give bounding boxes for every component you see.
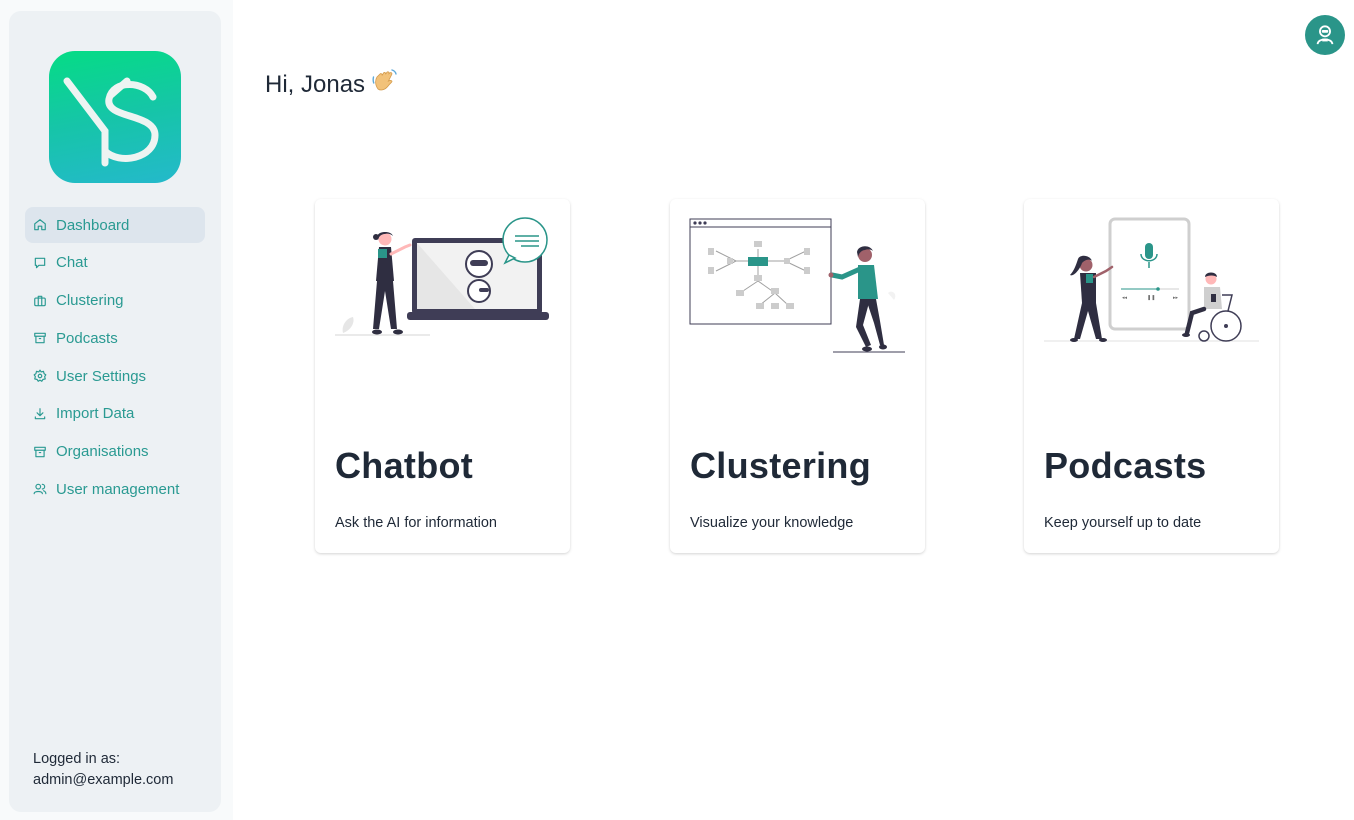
- sidebar-item-label: User Settings: [56, 367, 147, 385]
- sidebar-container: Dashboard Chat Clustering Podcasts User …: [0, 0, 233, 820]
- download-icon: [33, 407, 47, 421]
- page-greeting: Hi, Jonas: [265, 67, 399, 102]
- podcasts-card[interactable]: ◂◂ ❚❚ ▸▸ Podcasts Keep yourself up to da…: [1024, 199, 1279, 553]
- svg-text:▸▸: ▸▸: [1173, 295, 1179, 301]
- sidebar-item-label: Organisations: [56, 443, 149, 460]
- svg-text:❚❚: ❚❚: [1147, 295, 1155, 301]
- podcasts-illustration: ◂◂ ❚❚ ▸▸: [1044, 217, 1259, 342]
- card-title: Chatbot: [335, 445, 474, 486]
- card-subtitle: Keep yourself up to date: [1044, 515, 1202, 531]
- chatbot-illustration: [335, 217, 549, 336]
- sidebar-item-label: Import Data: [56, 405, 135, 423]
- logged-in-email: admin@example.com: [33, 772, 174, 788]
- archive-icon: [33, 331, 47, 345]
- app-logo[interactable]: [49, 51, 181, 183]
- logo-monogram-icon: [63, 77, 159, 167]
- sidebar: Dashboard Chat Clustering Podcasts User …: [9, 11, 221, 812]
- sidebar-item-label: Chat: [56, 254, 88, 272]
- sidebar-item-dashboard[interactable]: Dashboard: [25, 207, 205, 243]
- gear-icon: [33, 369, 47, 383]
- card-title: Podcasts: [1044, 445, 1207, 486]
- user-avatar-button[interactable]: [1305, 15, 1345, 55]
- sidebar-item-chat[interactable]: Chat: [25, 245, 205, 281]
- clustering-illustration: [689, 218, 905, 353]
- chatbot-card[interactable]: Chatbot Ask the AI for information: [315, 199, 570, 553]
- card-subtitle: Visualize your knowledge: [690, 515, 854, 531]
- svg-text:◂◂: ◂◂: [1122, 295, 1128, 301]
- sidebar-nav: Dashboard Chat Clustering Podcasts User …: [25, 207, 205, 509]
- sidebar-item-clustering[interactable]: Clustering: [25, 283, 205, 319]
- sidebar-item-podcasts[interactable]: Podcasts: [25, 320, 205, 356]
- card-subtitle: Ask the AI for information: [335, 515, 497, 531]
- briefcase-icon: [33, 294, 47, 308]
- sidebar-item-import-data[interactable]: Import Data: [25, 396, 205, 432]
- sidebar-item-label: User management: [56, 480, 180, 498]
- sidebar-item-label: Dashboard: [56, 216, 130, 234]
- sidebar-item-label: Clustering: [56, 292, 124, 309]
- chat-bubble-icon: [33, 256, 47, 270]
- waving-hand-icon: [371, 67, 399, 102]
- users-icon: [33, 482, 47, 496]
- sidebar-item-label: Podcasts: [56, 329, 118, 347]
- home-icon: [33, 218, 47, 232]
- logged-in-label: Logged in as:: [33, 751, 121, 767]
- card-title: Clustering: [690, 445, 872, 486]
- logged-in-info: Logged in as: admin@example.com: [33, 749, 173, 791]
- greeting-text: Hi, Jonas: [265, 70, 366, 98]
- sidebar-item-user-settings[interactable]: User Settings: [25, 358, 205, 394]
- user-avatar-icon: [1316, 25, 1334, 45]
- sidebar-item-user-management[interactable]: User management: [25, 471, 205, 507]
- clustering-card[interactable]: Clustering Visualize your knowledge: [670, 199, 925, 553]
- archive-icon: [33, 445, 47, 459]
- sidebar-item-organisations[interactable]: Organisations: [25, 434, 205, 470]
